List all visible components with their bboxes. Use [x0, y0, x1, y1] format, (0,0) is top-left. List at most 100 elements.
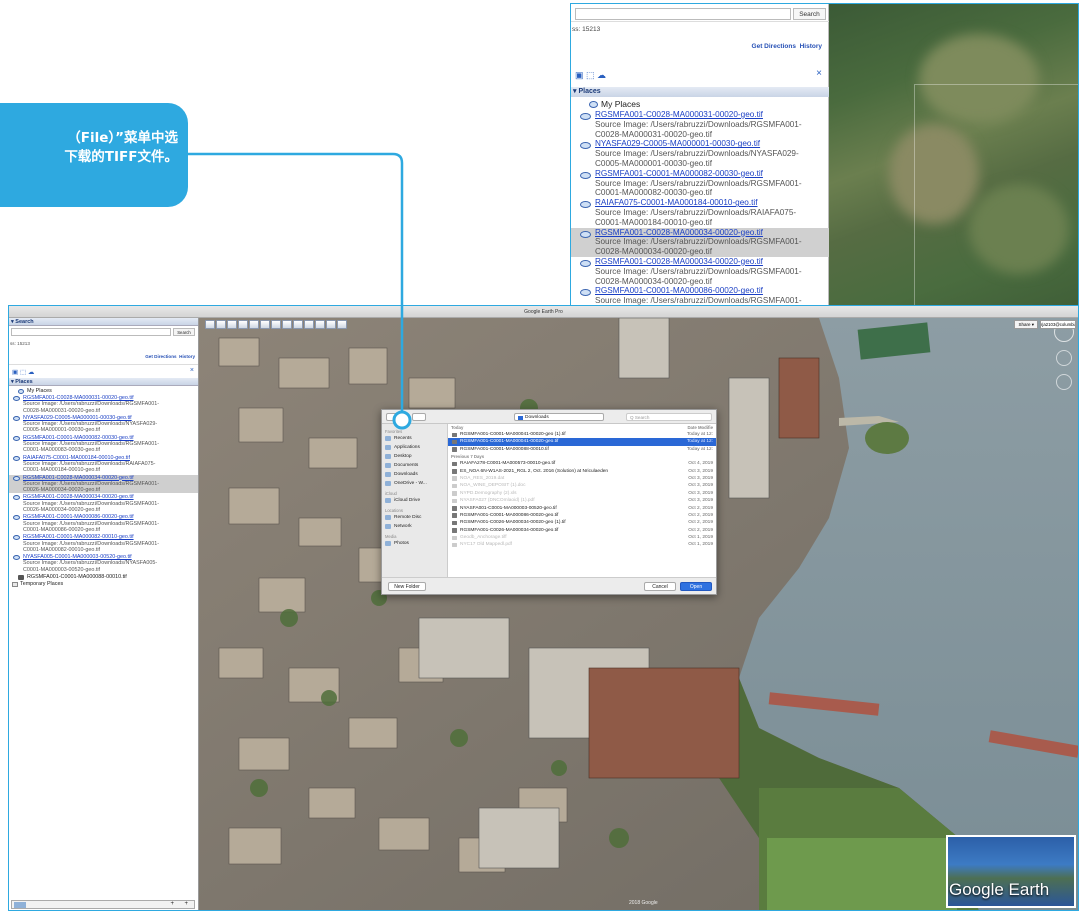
folder-icon[interactable] [412, 413, 426, 421]
inset-place-item[interactable]: RGSMFA001-C0001-MA000082-00030-geo.tif So… [571, 169, 829, 198]
inset-place-name[interactable]: NYASFA029-C0005-MA000001-00030-geo.tif [595, 139, 829, 149]
path-icon[interactable] [238, 320, 248, 329]
file-row[interactable]: NYC17 Old Mappedl.pdf Oct 1, 2019 [448, 541, 716, 548]
inset-panel-icons[interactable]: ▣ ⬚ ☁ [575, 70, 606, 81]
file-row[interactable]: RGSMFA001-C0001-MA000088-00010.tif Today … [448, 446, 716, 453]
view-mode-button[interactable] [386, 413, 406, 421]
inset-search-button[interactable]: Search [793, 8, 826, 20]
file-row[interactable]: RAIAFA278-C0001-MA000573-00010-geo.tif Oc… [448, 460, 716, 467]
sidebar-item[interactable]: Applications [385, 443, 444, 452]
sidebar-toggle-icon[interactable] [205, 320, 215, 329]
file-row[interactable]: NOA_RES_2019.dat Oct 3, 2019 [448, 475, 716, 482]
inset-links: Get Directions History [752, 43, 822, 50]
sidebar-item[interactable]: Documents [385, 461, 444, 470]
inset-place-source: Source Image: /Users/rabruzzi/Downloads/… [595, 237, 802, 247]
file-row[interactable]: NYPD.Demography (2).xls Oct 3, 2019 [448, 490, 716, 497]
share-button[interactable]: Share ▾ [1014, 320, 1038, 329]
place-item[interactable]: RGSMFA001-C0028-MA000031-00020-geo.tif So… [9, 395, 198, 414]
sun-icon[interactable] [282, 320, 292, 329]
planets-icon[interactable] [293, 320, 303, 329]
inset-get-directions-link[interactable]: Get Directions [752, 43, 796, 50]
file-row[interactable]: RGSMFA001-C0026-MA000034-00020-geo (1).t… [448, 519, 716, 526]
navigation-control[interactable] [1056, 350, 1072, 366]
add-folder-icon[interactable]: + [184, 901, 188, 907]
file-row[interactable]: RGSMFA001-C0001-MA000041-00020-geo.tif To… [448, 438, 716, 446]
sidebar-item[interactable]: Remote Disc [385, 513, 444, 522]
inset-my-places[interactable]: My Places [571, 99, 829, 110]
inset-place-item[interactable]: RGSMFA001-C0028-MA000034-00020-geo.tif So… [571, 257, 829, 286]
file-row[interactable]: RGSMFA001-C0001-MA000041-00020-geo (1).t… [448, 431, 716, 438]
sidebar-item[interactable]: Downloads [385, 470, 444, 479]
sidebar-item[interactable]: OneDrive - W... [385, 479, 444, 488]
inset-place-name[interactable]: RGSMFA001-C0028-MA000031-00020-geo.tif [595, 110, 829, 120]
my-places-folder[interactable]: My Places [9, 388, 198, 395]
extra-place-item[interactable]: RGSMFA001-C0001-MA000088-00010.tif [9, 574, 198, 581]
location-dropdown[interactable]: Downloads [514, 413, 604, 421]
sidebar-item[interactable]: Photos [385, 539, 444, 548]
account-label[interactable]: rja2103@columbia.edu [1040, 320, 1076, 329]
inset-place-name[interactable]: RGSMFA001-C0028-MA000034-00020-geo.tif [595, 257, 829, 267]
file-row[interactable]: ES_NOA 6N-W1AS-2021_RGL 2, Oct. 2016 (So… [448, 468, 716, 475]
file-row[interactable]: RGSMFA001-C0001-MA000086-00020-geo.tif Oc… [448, 512, 716, 519]
inset-place-name[interactable]: RGSMFA001-C0001-MA000082-00030-geo.tif [595, 169, 829, 179]
dialog-search-input[interactable]: Q Search [626, 413, 712, 421]
file-icon [452, 483, 457, 489]
get-directions-link[interactable]: Get Directions [145, 354, 176, 359]
tour-icon[interactable] [260, 320, 270, 329]
file-row[interactable]: NOA_WINE_DEPOSIT (1).doc Oct 3, 2019 [448, 482, 716, 489]
file-row[interactable]: NYASFA001-C0001-MA000003-00520-geo.tif Oc… [448, 505, 716, 512]
inset-place-name[interactable]: RGSMFA001-C0001-MA000086-00020-geo.tif [595, 286, 829, 296]
file-row[interactable]: Geodb_Anchorage.tiff Oct 1, 2019 [448, 534, 716, 541]
zoom-control[interactable] [1056, 374, 1072, 390]
inset-place-name[interactable]: RGSMFA001-C0028-MA000034-00020-geo.tif [595, 228, 829, 238]
file-row[interactable]: RGSMFA001-C0026-MA000034-00020-geo.tif Oc… [448, 527, 716, 534]
email-icon[interactable] [315, 320, 325, 329]
inset-place-item[interactable]: NYASFA029-C0005-MA000001-00030-geo.tif So… [571, 139, 829, 168]
inset-places-header[interactable]: ▾ Places [571, 87, 829, 97]
cancel-button[interactable]: Cancel [644, 582, 676, 591]
inset-search-input[interactable] [575, 8, 791, 20]
map-view[interactable]: 2018 Google Google Earth [199, 318, 1078, 910]
add-icon[interactable]: + [170, 901, 174, 907]
sidebar-item[interactable]: iCloud Drive [385, 496, 444, 505]
places-header[interactable]: ▾ Places [9, 378, 198, 386]
polygon-icon[interactable] [227, 320, 237, 329]
close-icon[interactable]: × [816, 68, 822, 79]
inset-place-item[interactable]: RAIAFA075-C0001-MA000184-00010-geo.tif So… [571, 198, 829, 227]
inset-history-link[interactable]: History [800, 43, 822, 50]
open-button[interactable]: Open [680, 582, 712, 591]
place-item[interactable]: RGSMFA001-C0028-MA000034-00020-geo.tif So… [9, 474, 198, 494]
place-item[interactable]: RGSMFA001-C0001-MA000082-00010-geo.tif So… [9, 534, 198, 553]
new-folder-button[interactable]: New Folder [388, 582, 426, 591]
place-item[interactable]: RGSMFA001-C0001-MA000082-00030-geo.tif So… [9, 435, 198, 454]
image-overlay-icon[interactable] [249, 320, 259, 329]
panel-icons[interactable]: ▣ ⬚ ☁ [12, 368, 34, 376]
maps-icon[interactable] [337, 320, 347, 329]
place-item[interactable]: NYASFA029-C0005-MA000001-00030-geo.tif So… [9, 415, 198, 434]
placemark-icon[interactable] [216, 320, 226, 329]
place-item[interactable]: RGSMFA001-C0001-MA000086-00020-geo.tif So… [9, 514, 198, 533]
search-header[interactable]: ▾ Search [9, 318, 198, 326]
sidebar-item[interactable]: Network [385, 522, 444, 531]
place-item[interactable]: RGSMFA001-C0028-MA000034-00020-geo.tif So… [9, 494, 198, 513]
inset-place-item[interactable]: RGSMFA001-C0028-MA000031-00020-geo.tif So… [571, 110, 829, 139]
ruler-icon[interactable] [304, 320, 314, 329]
file-name: NYC17 Old Mappedl.pdf [460, 542, 512, 548]
sidebar-item[interactable]: Desktop [385, 452, 444, 461]
search-button[interactable]: Search [173, 328, 195, 336]
history-link[interactable]: History [179, 354, 195, 359]
inset-place-item[interactable]: RGSMFA001-C0028-MA000034-00020-geo.tif So… [571, 227, 829, 257]
search-input[interactable] [11, 328, 171, 336]
inset-place-name[interactable]: RAIAFA075-C0001-MA000184-00010-geo.tif [595, 198, 829, 208]
temporary-places-folder[interactable]: Temporary Places [9, 581, 198, 588]
print-icon[interactable] [326, 320, 336, 329]
place-source: C0026-MA000034-00020-geo.tif [23, 507, 101, 514]
inset-satellite-view[interactable] [829, 4, 1078, 314]
sidebar-item[interactable]: Recents [385, 434, 444, 443]
historical-imagery-icon[interactable] [271, 320, 281, 329]
close-icon[interactable]: × [190, 367, 194, 374]
file-row[interactable]: NYASFA027 (DNCOmlaoid) (1).pdf Oct 3, 201… [448, 497, 716, 504]
place-item[interactable]: NYASFA005-C0001-MA000003-00520-geo.tif So… [9, 554, 198, 573]
place-item[interactable]: RAIAFA075-C0001-MA000184-00010-geo.tif So… [9, 455, 198, 474]
sidebar-toggle-icon[interactable] [14, 902, 26, 908]
